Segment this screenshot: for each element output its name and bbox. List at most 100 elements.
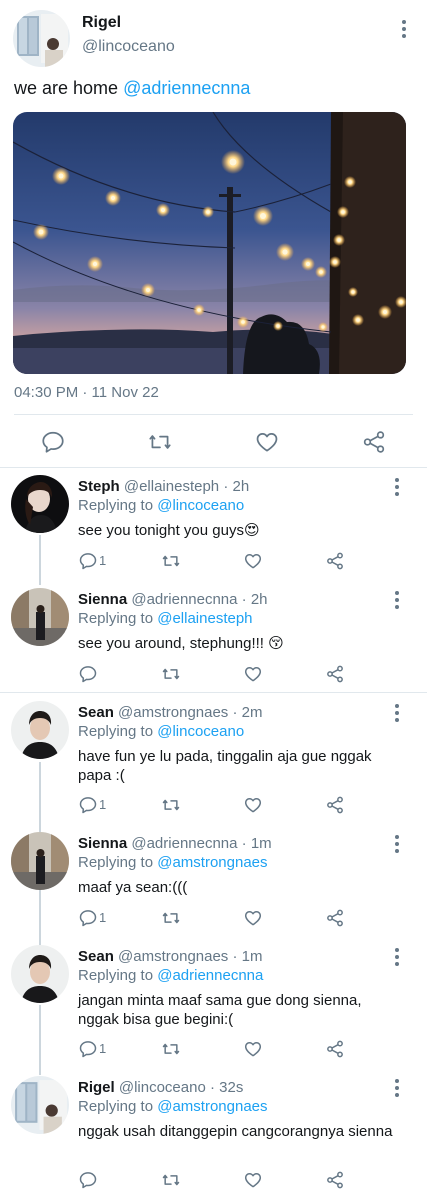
retweet-icon[interactable]	[161, 908, 181, 928]
replying-to: Replying to @lincoceano	[78, 723, 244, 740]
more-icon[interactable]	[387, 588, 407, 612]
reply-tweet[interactable]: Rigel @lincoceano · 32s Replying to @ams…	[0, 1076, 427, 1200]
share-icon[interactable]	[361, 429, 387, 455]
more-icon[interactable]	[387, 701, 407, 725]
reply-time: · 2h	[223, 478, 250, 495]
reply-author-handle[interactable]: @adriennecnna	[131, 835, 237, 852]
retweet-icon[interactable]	[161, 1170, 181, 1190]
retweet-icon[interactable]	[161, 664, 181, 684]
replying-to-label: Replying to	[78, 1098, 154, 1115]
reply-header: Sean @amstrongnaes · 2m	[78, 704, 262, 721]
like-icon[interactable]	[243, 1170, 263, 1190]
like-icon[interactable]	[254, 429, 280, 455]
reply-header: Sienna @adriennecnna · 2h	[78, 591, 268, 608]
divider	[14, 414, 413, 415]
tweet-photo[interactable]	[13, 112, 406, 374]
avatar[interactable]	[11, 475, 69, 533]
replying-to: Replying to @amstrongnaes	[78, 854, 268, 871]
replying-to: Replying to @lincoceano	[78, 497, 244, 514]
author-handle[interactable]: @lincoceano	[82, 38, 175, 56]
reply-author-name[interactable]: Steph	[78, 478, 120, 495]
reply-icon[interactable]: 1	[78, 551, 106, 571]
replying-to-label: Replying to	[78, 610, 154, 627]
reply-author-name[interactable]: Sienna	[78, 835, 127, 852]
mention-link[interactable]: @adriennecnna	[123, 78, 250, 98]
reply-icon[interactable]	[78, 1170, 98, 1190]
tweet-timestamp[interactable]: 04:30 PM · 11 Nov 22	[14, 384, 159, 401]
replying-to-label: Replying to	[78, 497, 154, 514]
author-name[interactable]: Rigel	[82, 14, 121, 32]
reply-icon[interactable]: 1	[78, 795, 106, 815]
reply-author-name[interactable]: Rigel	[78, 1079, 115, 1096]
avatar[interactable]	[13, 10, 70, 67]
more-icon[interactable]	[387, 832, 407, 856]
reply-author-handle[interactable]: @ellainesteph	[124, 478, 219, 495]
retweet-icon[interactable]	[147, 429, 173, 455]
avatar[interactable]	[11, 832, 69, 890]
more-icon[interactable]	[387, 945, 407, 969]
reply-count: 1	[99, 910, 107, 925]
reply-tweet[interactable]: Sienna @adriennecnna · 1m Replying to @a…	[0, 832, 427, 935]
reply-icon[interactable]: 1	[78, 1039, 106, 1059]
mention-link[interactable]: @ellainesteph	[157, 610, 252, 627]
like-icon[interactable]	[243, 908, 263, 928]
replying-to-label: Replying to	[78, 967, 154, 984]
mention-link[interactable]: @lincoceano	[157, 723, 244, 740]
like-icon[interactable]	[243, 795, 263, 815]
reply-icon[interactable]: 1	[78, 908, 106, 928]
replying-to-label: Replying to	[78, 723, 154, 740]
reply-tweet[interactable]: Sienna @adriennecnna · 2h Replying to @e…	[0, 588, 427, 691]
replying-to: Replying to @amstrongnaes	[78, 1098, 268, 1115]
reply-icon[interactable]	[40, 429, 66, 455]
reply-author-handle[interactable]: @lincoceano	[119, 1079, 206, 1096]
emoji: 😚	[268, 635, 284, 652]
mention-link[interactable]: @amstrongnaes	[157, 1098, 267, 1115]
reply-time: · 2m	[232, 704, 263, 721]
reply-author-handle[interactable]: @amstrongnaes	[118, 704, 228, 721]
reply-tweet[interactable]: Sean @amstrongnaes · 2m Replying to @lin…	[0, 701, 427, 824]
share-icon[interactable]	[325, 795, 345, 815]
reply-actions	[78, 664, 378, 686]
reply-header: Steph @ellainesteph · 2h	[78, 478, 249, 495]
reply-author-handle[interactable]: @adriennecnna	[131, 591, 237, 608]
avatar[interactable]	[11, 1076, 69, 1134]
share-icon[interactable]	[325, 1039, 345, 1059]
share-icon[interactable]	[325, 551, 345, 571]
reply-text: maaf ya sean:(((	[78, 879, 188, 896]
reply-author-name[interactable]: Sienna	[78, 591, 127, 608]
share-icon[interactable]	[325, 664, 345, 684]
like-icon[interactable]	[243, 1039, 263, 1059]
mention-link[interactable]: @amstrongnaes	[157, 854, 267, 871]
reply-actions: 1	[78, 795, 378, 817]
reply-icon[interactable]	[78, 664, 98, 684]
mention-link[interactable]: @adriennecnna	[157, 967, 263, 984]
reply-tweet[interactable]: Steph @ellainesteph · 2h Replying to @li…	[0, 475, 427, 588]
emoji: 😍	[243, 522, 260, 539]
avatar[interactable]	[11, 701, 69, 759]
reply-author-name[interactable]: Sean	[78, 704, 114, 721]
avatar[interactable]	[11, 945, 69, 1003]
like-icon[interactable]	[243, 551, 263, 571]
replying-to: Replying to @adriennecnna	[78, 967, 263, 984]
avatar[interactable]	[11, 588, 69, 646]
replying-to: Replying to @ellainesteph	[78, 610, 253, 627]
more-icon[interactable]	[387, 1076, 407, 1100]
share-icon[interactable]	[325, 908, 345, 928]
share-icon[interactable]	[325, 1170, 345, 1190]
reply-text: nggak usah ditanggepin cangcorangnya sie…	[78, 1123, 393, 1140]
mention-link[interactable]: @lincoceano	[157, 497, 244, 514]
reply-tweet[interactable]: Sean @amstrongnaes · 1m Replying to @adr…	[0, 945, 427, 1068]
reply-header: Rigel @lincoceano · 32s	[78, 1079, 243, 1096]
tweet-text-body: we are home	[14, 78, 119, 98]
reply-author-handle[interactable]: @amstrongnaes	[118, 948, 228, 965]
reply-author-name[interactable]: Sean	[78, 948, 114, 965]
reply-text-body: see you tonight you guys	[78, 522, 244, 539]
retweet-icon[interactable]	[161, 551, 181, 571]
main-tweet: Rigel @lincoceano we are home @adriennec…	[0, 0, 427, 468]
retweet-icon[interactable]	[161, 1039, 181, 1059]
more-icon[interactable]	[394, 17, 414, 41]
like-icon[interactable]	[243, 664, 263, 684]
more-icon[interactable]	[387, 475, 407, 499]
reply-actions: 1	[78, 551, 378, 573]
retweet-icon[interactable]	[161, 795, 181, 815]
